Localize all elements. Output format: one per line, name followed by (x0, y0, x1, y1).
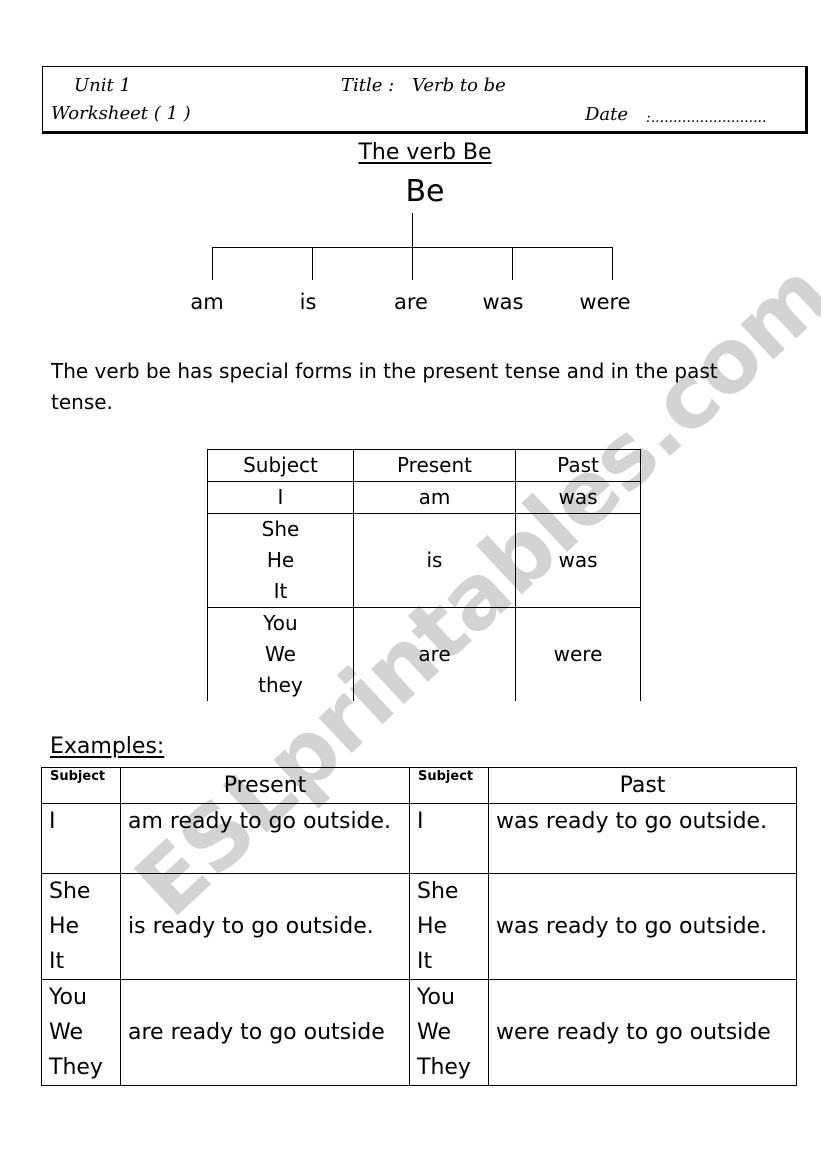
subject-cell: You We they (207, 607, 354, 701)
tree-trunk-line (412, 213, 413, 247)
subject: She (261, 517, 300, 541)
past-example: was ready to go outside. (488, 803, 797, 874)
verb-form-is: is (299, 290, 317, 314)
header-subject: Subject (41, 767, 121, 804)
title-value: Verb to be (412, 75, 506, 96)
past-cell: was (515, 481, 641, 514)
forms-table: Subject Present Past I am was She He It … (207, 449, 641, 701)
intro-paragraph: The verb be has special forms in the pre… (51, 359, 718, 414)
tree-drop-line (212, 247, 213, 280)
unit-label: Unit 1 (74, 75, 131, 96)
date-label: Date (585, 104, 629, 125)
subject-cell: I (207, 481, 354, 514)
subject: She (49, 879, 91, 904)
root-verb: Be (405, 174, 445, 209)
subject-cell: I (409, 803, 489, 874)
past-example: was ready to go outside. (488, 873, 797, 980)
subject: We (417, 1020, 451, 1045)
table-row: I am ready to go outside. I was ready to… (41, 803, 797, 874)
present-cell: is (353, 513, 516, 608)
present-example: is ready to go outside. (120, 873, 410, 980)
subject-cell: She He It (41, 873, 121, 980)
subject: They (49, 1055, 103, 1080)
header-subject: Subject (207, 449, 354, 482)
header-past: Past (488, 767, 797, 804)
table-row: You We they are were (207, 607, 641, 701)
tree-drop-line (512, 247, 513, 280)
table-row: She He It is was (207, 513, 641, 608)
past-cell: was (515, 513, 641, 608)
table-header-row: Subject Present Subject Past (41, 767, 797, 804)
subject: It (273, 579, 288, 603)
subject-cell: She He It (409, 873, 489, 980)
subject: they (258, 673, 303, 697)
tree-drop-line (312, 247, 313, 280)
present-cell: am (353, 481, 516, 514)
subject: She (417, 879, 459, 904)
tree-drop-line (612, 247, 613, 280)
subject: He (417, 914, 448, 939)
past-cell: were (515, 607, 641, 701)
subject: You (417, 985, 455, 1010)
subject: You (263, 611, 298, 635)
present-example: are ready to go outside (120, 979, 410, 1086)
subject: We (265, 642, 296, 666)
past-example: were ready to go outside (488, 979, 797, 1086)
present-cell: are (353, 607, 516, 701)
verb-form-am: am (190, 290, 224, 314)
subject: They (417, 1055, 471, 1080)
header-subject: Subject (409, 767, 489, 804)
header-present: Present (120, 767, 410, 804)
subject: He (266, 548, 295, 572)
table-row: I am was (207, 481, 641, 514)
examples-heading: Examples: (50, 734, 165, 759)
subject-cell: I (41, 803, 121, 874)
subject: We (49, 1020, 83, 1045)
verb-form-are: are (394, 290, 428, 314)
title-label: Title : (341, 75, 395, 96)
verb-form-were: were (579, 290, 631, 314)
present-example: am ready to go outside. (120, 803, 410, 874)
table-row: She He It is ready to go outside. She He… (41, 873, 797, 980)
worksheet-label: Worksheet ( 1 ) (51, 103, 191, 124)
subject: You (49, 985, 87, 1010)
verb-form-was: was (482, 290, 524, 314)
table-header-row: Subject Present Past (207, 449, 641, 482)
header-present: Present (353, 449, 516, 482)
subject: It (49, 949, 65, 974)
subject: He (49, 914, 80, 939)
subject-cell: You We They (409, 979, 489, 1086)
subject-cell: You We They (41, 979, 121, 1086)
page-title: The verb Be (358, 140, 492, 165)
subject-cell: She He It (207, 513, 354, 608)
tree-drop-line (412, 247, 413, 280)
table-row: You We They are ready to go outside You … (41, 979, 797, 1086)
header-past: Past (515, 449, 641, 482)
subject: It (417, 949, 433, 974)
date-field[interactable]: :.......................... (646, 110, 766, 126)
examples-table: Subject Present Subject Past I am ready … (41, 767, 797, 1086)
